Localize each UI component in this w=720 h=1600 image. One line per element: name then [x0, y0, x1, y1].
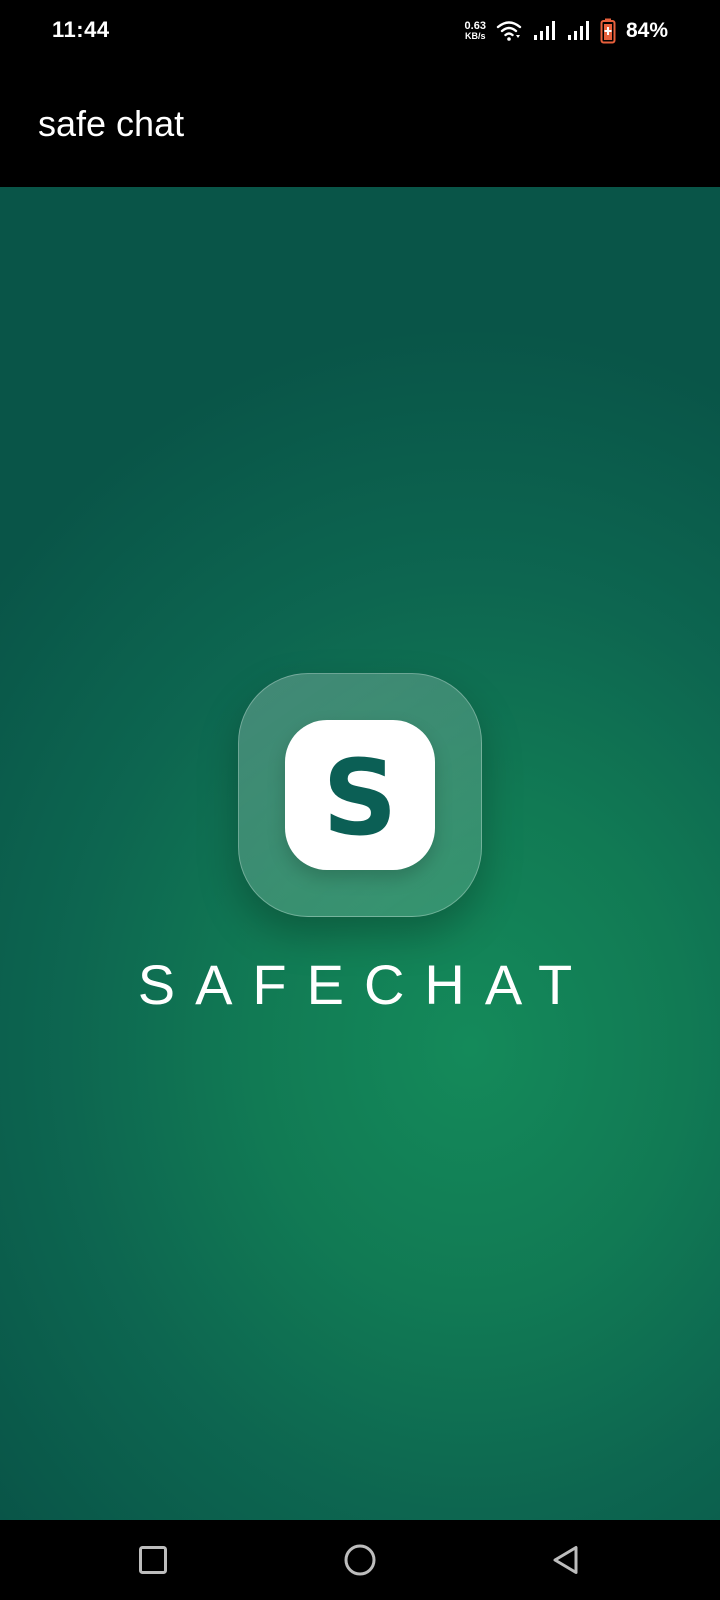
navigation-bar: [0, 1520, 720, 1600]
app-logo-letter: S: [322, 737, 398, 859]
back-button[interactable]: [543, 1536, 591, 1584]
wifi-icon: [496, 21, 522, 41]
signal-icon: [567, 21, 589, 40]
network-speed: 0.63 KB/s: [464, 20, 486, 42]
app-title: safe chat: [38, 103, 185, 144]
status-time: 11:44: [52, 17, 110, 42]
home-circle-icon: [344, 1544, 376, 1576]
signal-icon: [533, 21, 555, 40]
back-triangle-icon: [553, 1546, 578, 1574]
splash-screen: S SAFECHAT: [0, 187, 720, 1520]
recents-square-icon: [139, 1546, 167, 1574]
network-speed-value: 0.63: [464, 20, 486, 32]
recents-button[interactable]: [129, 1536, 177, 1584]
network-speed-unit: KB/s: [465, 31, 486, 41]
brand-name: SAFECHAT: [137, 953, 593, 1016]
status-bar: 11:44 0.63 KB/s 84%: [0, 0, 720, 62]
app-logo-tile: S: [285, 720, 435, 870]
app-logo: S: [238, 673, 482, 917]
home-button[interactable]: [336, 1536, 384, 1584]
battery-charging-icon: [600, 18, 616, 44]
status-icons: 0.63 KB/s 84%: [465, 14, 668, 48]
app-bar: safe chat: [0, 62, 720, 187]
battery-percent: 84%: [625, 19, 668, 42]
